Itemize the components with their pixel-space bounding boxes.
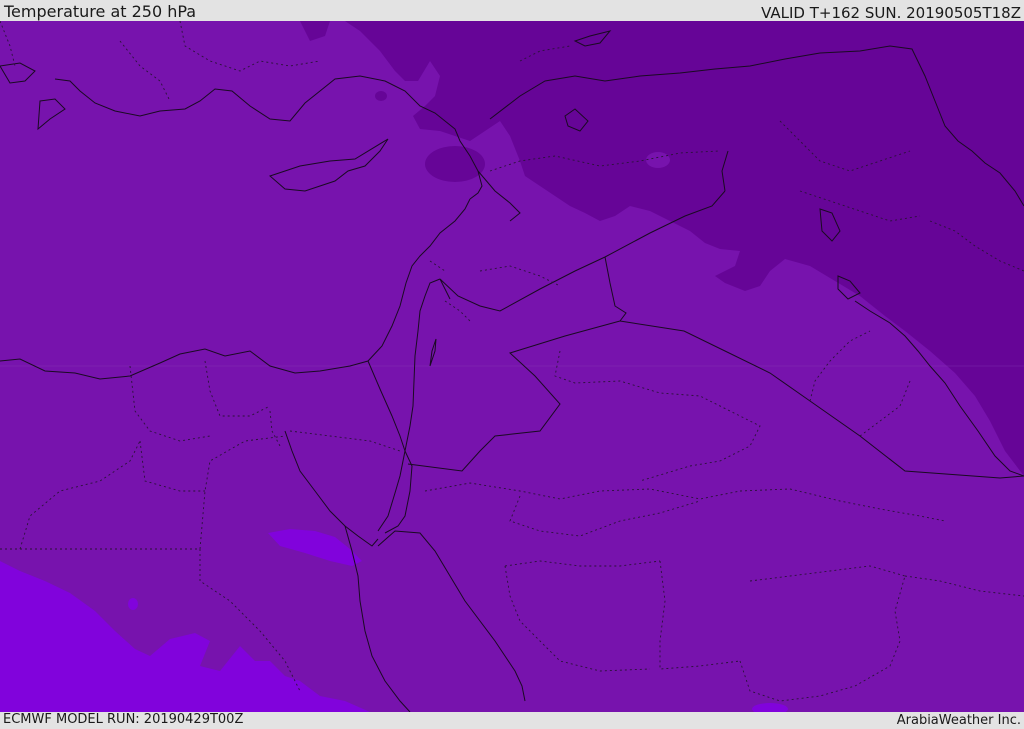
temperature-field-cold-patch — [425, 146, 485, 182]
header-bar: Temperature at 250 hPa VALID T+162 SUN. … — [0, 0, 1024, 22]
model-run-label: ECMWF MODEL RUN: 20190429T00Z — [3, 712, 244, 727]
credit-label: ArabiaWeather Inc. — [896, 713, 1021, 728]
weather-map — [0, 21, 1024, 712]
temperature-field-warm-patch — [128, 598, 138, 610]
temperature-field-warm-patch — [646, 152, 670, 168]
valid-time: VALID T+162 SUN. 20190505T18Z — [761, 4, 1021, 22]
temperature-field-cold-patch — [375, 91, 387, 101]
footer-bar: ECMWF MODEL RUN: 20190429T00Z ArabiaWeat… — [0, 712, 1024, 729]
map-canvas — [0, 21, 1024, 712]
map-title: Temperature at 250 hPa — [4, 2, 197, 21]
